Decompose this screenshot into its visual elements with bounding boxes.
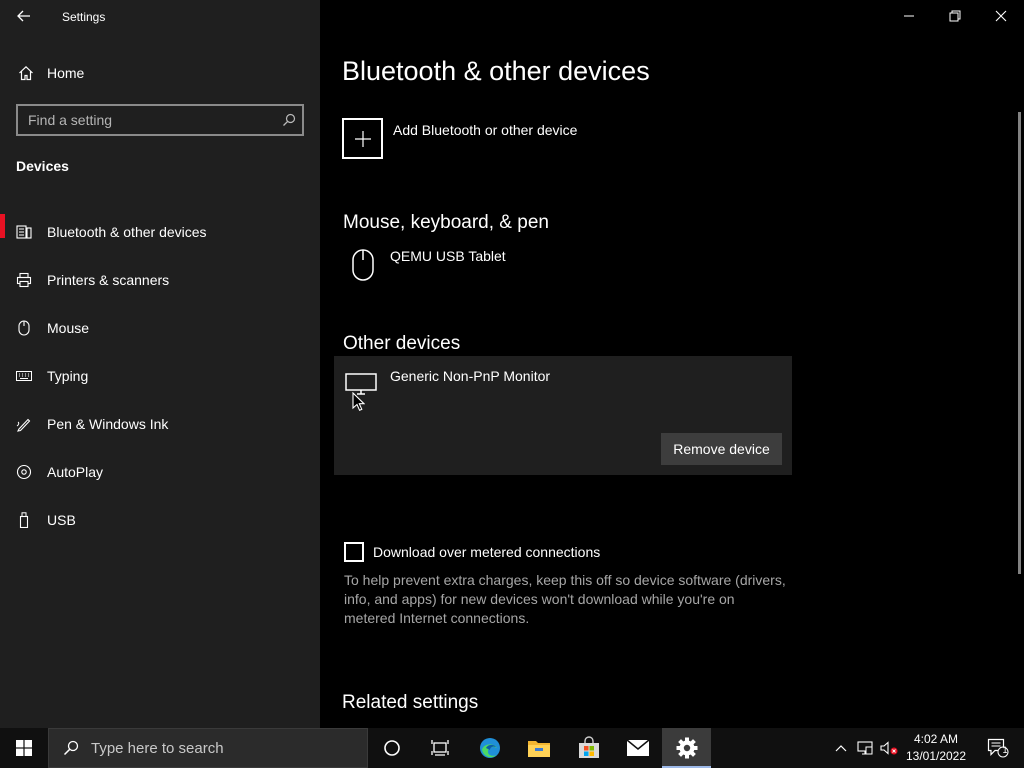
sidebar-item-autoplay[interactable]: AutoPlay <box>0 448 320 496</box>
clock-date: 13/01/2022 <box>905 749 967 763</box>
bluetooth-devices-icon <box>15 224 33 240</box>
pen-icon <box>15 416 33 432</box>
sidebar-item-label: Pen & Windows Ink <box>47 416 169 432</box>
autoplay-icon <box>15 464 33 480</box>
mouse-icon <box>342 244 384 286</box>
edge-button[interactable] <box>466 728 514 768</box>
find-setting-input[interactable] <box>18 112 276 128</box>
window-title: Settings <box>62 10 106 24</box>
back-arrow-icon <box>17 10 30 22</box>
add-device-label: Add Bluetooth or other device <box>393 122 578 138</box>
settings-icon <box>676 737 697 759</box>
close-icon <box>995 10 1007 22</box>
cortana-icon <box>384 740 400 756</box>
cortana-button[interactable] <box>368 728 416 768</box>
other-devices-heading: Other devices <box>343 333 461 354</box>
back-button[interactable] <box>10 4 38 28</box>
network-icon <box>857 741 873 755</box>
taskbar-clock[interactable]: 4:02 AM 13/01/2022 <box>904 731 968 765</box>
volume-muted-icon <box>880 741 898 755</box>
add-device-button[interactable]: Add Bluetooth or other device <box>342 118 577 159</box>
restore-icon <box>949 10 961 22</box>
store-button[interactable] <box>564 728 614 768</box>
mouse-pointer-icon <box>352 391 366 417</box>
sidebar-item-typing[interactable]: Typing <box>0 352 320 400</box>
store-icon <box>579 736 599 758</box>
sidebar-item-label: Printers & scanners <box>47 272 170 288</box>
mail-icon <box>626 739 650 756</box>
chevron-up-icon <box>835 745 847 752</box>
scrollbar[interactable] <box>1018 112 1021 574</box>
sidebar-item-label: AutoPlay <box>47 464 104 480</box>
printer-icon <box>15 272 33 288</box>
settings-taskbar-button[interactable] <box>662 728 711 768</box>
minimize-button[interactable] <box>886 0 932 32</box>
metered-connections-checkbox[interactable]: Download over metered connections <box>344 542 600 562</box>
search-icon <box>63 740 79 756</box>
devices-section-label: Devices <box>16 158 69 174</box>
clock-time: 4:02 AM <box>913 732 959 746</box>
metered-label: Download over metered connections <box>373 544 601 560</box>
file-explorer-button[interactable] <box>514 728 564 768</box>
page-title: Bluetooth & other devices <box>342 56 650 86</box>
sidebar-item-pen[interactable]: Pen & Windows Ink <box>0 400 320 448</box>
show-hidden-icons-button[interactable] <box>830 728 852 768</box>
taskbar: Type here to search 4:02 AM 13/01/2022 1 <box>0 728 1024 768</box>
sidebar-item-mouse[interactable]: Mouse <box>0 304 320 352</box>
sidebar-item-label: Bluetooth & other devices <box>47 224 207 240</box>
find-setting-search[interactable] <box>16 104 304 136</box>
related-settings-heading: Related settings <box>342 692 479 713</box>
minimize-icon <box>904 15 914 17</box>
main-content: Bluetooth & other devices Add Bluetooth … <box>320 0 1024 728</box>
sidebar-item-label: USB <box>47 512 76 528</box>
home-icon <box>17 65 35 81</box>
keyboard-icon <box>15 370 33 382</box>
edge-icon <box>480 738 500 758</box>
home-label: Home <box>47 65 85 81</box>
remove-device-button[interactable]: Remove device <box>661 433 782 465</box>
mail-button[interactable] <box>614 728 662 768</box>
home-nav-item[interactable]: Home <box>0 58 320 88</box>
file-explorer-icon <box>528 741 550 757</box>
mouse-keyboard-pen-heading: Mouse, keyboard, & pen <box>343 212 549 233</box>
sidebar-item-label: Mouse <box>47 320 90 336</box>
task-view-button[interactable] <box>416 728 464 768</box>
checkbox-box[interactable] <box>344 542 364 562</box>
metered-description: To help prevent extra charges, keep this… <box>344 572 786 626</box>
taskbar-search-placeholder: Type here to search <box>91 739 224 757</box>
close-button[interactable] <box>978 0 1024 32</box>
start-button[interactable] <box>0 728 48 768</box>
device-name: QEMU USB Tablet <box>390 248 506 264</box>
device-generic-monitor[interactable]: Generic Non-PnP Monitor Remove device <box>334 356 792 475</box>
restore-button[interactable] <box>932 0 978 32</box>
sidebar-item-bluetooth[interactable]: Bluetooth & other devices <box>0 208 320 256</box>
action-center-button[interactable]: 1 <box>978 728 1018 768</box>
device-name: Generic Non-PnP Monitor <box>390 368 551 384</box>
plus-icon <box>342 118 383 159</box>
sidebar-item-label: Typing <box>47 368 89 384</box>
sidebar-item-usb[interactable]: USB <box>0 496 320 544</box>
taskbar-search-box[interactable]: Type here to search <box>48 728 368 768</box>
search-icon[interactable] <box>276 113 302 127</box>
settings-sidebar: Settings Home Devices <box>0 0 320 728</box>
network-button[interactable] <box>854 728 876 768</box>
windows-logo-icon <box>16 740 32 756</box>
mouse-icon <box>15 320 33 336</box>
usb-icon <box>15 512 33 528</box>
volume-button[interactable] <box>878 728 900 768</box>
sidebar-item-printers[interactable]: Printers & scanners <box>0 256 320 304</box>
device-qemu-usb-tablet[interactable]: QEMU USB Tablet <box>342 244 792 286</box>
task-view-icon <box>431 740 449 756</box>
notification-count: 1 <box>1002 745 1008 755</box>
devices-nav: Bluetooth & other devices Printers & sca… <box>0 208 320 544</box>
